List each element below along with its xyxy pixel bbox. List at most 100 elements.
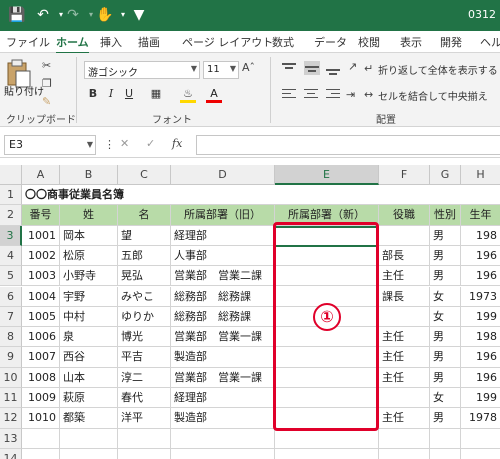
align-center-icon[interactable] bbox=[304, 87, 320, 101]
table-cell[interactable] bbox=[118, 428, 171, 449]
table-cell[interactable]: 五郎 bbox=[118, 245, 171, 267]
table-cell[interactable]: 総務部 総務課 bbox=[171, 286, 275, 307]
table-cell[interactable]: 博光 bbox=[118, 327, 171, 348]
tab-formulas[interactable]: 数式 bbox=[272, 34, 294, 50]
table-cell[interactable]: 1002 bbox=[22, 245, 60, 267]
table-cell[interactable] bbox=[275, 428, 379, 449]
redo-icon[interactable]: ↷ bbox=[64, 6, 82, 24]
table-cell[interactable]: 主任 bbox=[379, 408, 430, 429]
merge-center-button[interactable]: セルを結合して中央揃え bbox=[378, 88, 488, 103]
fill-color-icon[interactable]: ♨ bbox=[180, 85, 196, 103]
table-cell[interactable]: 男 bbox=[430, 347, 461, 368]
row-header-3[interactable]: 3 bbox=[0, 225, 22, 246]
column-header-a[interactable]: A bbox=[22, 165, 60, 185]
row-header-11[interactable]: 11 bbox=[0, 388, 22, 409]
table-cell[interactable] bbox=[430, 428, 461, 449]
table-cell[interactable]: 1001 bbox=[22, 225, 60, 246]
table-cell[interactable]: 春代 bbox=[118, 388, 171, 409]
confirm-entry-icon[interactable]: ✓ bbox=[146, 137, 155, 150]
align-bottom-icon[interactable] bbox=[326, 61, 342, 75]
table-cell[interactable]: 課長 bbox=[379, 286, 430, 307]
tab-help[interactable]: ヘルプ bbox=[480, 34, 500, 50]
table-cell[interactable]: 男 bbox=[430, 408, 461, 429]
row-header-9[interactable]: 9 bbox=[0, 347, 22, 368]
customize-qat-icon[interactable]: ▼ bbox=[130, 6, 148, 24]
table-cell[interactable]: 196 bbox=[461, 368, 500, 388]
table-cell[interactable]: 淳二 bbox=[118, 367, 171, 388]
table-cell[interactable]: 男 bbox=[430, 245, 461, 267]
name-box[interactable]: E3 ▼ bbox=[4, 135, 96, 155]
table-cell[interactable]: みやこ bbox=[118, 286, 171, 307]
indent-icon[interactable]: ⇥ bbox=[346, 88, 355, 101]
table-cell[interactable] bbox=[275, 448, 379, 459]
tab-page-layout[interactable]: ページ レイアウト bbox=[182, 34, 273, 50]
column-header-b[interactable]: B bbox=[60, 165, 118, 185]
table-cell[interactable]: 男 bbox=[430, 266, 461, 287]
touch-mode-icon[interactable]: ✋ bbox=[96, 6, 114, 24]
header-cell[interactable]: 役職 bbox=[379, 205, 430, 226]
table-cell[interactable]: 1007 bbox=[22, 347, 60, 368]
table-cell[interactable] bbox=[461, 449, 500, 459]
table-cell[interactable]: 山本 bbox=[60, 367, 118, 388]
table-cell[interactable]: 1010 bbox=[22, 408, 60, 429]
insert-function-icon[interactable]: fx bbox=[172, 137, 182, 150]
table-cell[interactable]: 平吉 bbox=[118, 347, 171, 368]
header-cell[interactable]: 生年 bbox=[461, 205, 500, 226]
table-cell[interactable]: 主任 bbox=[379, 367, 430, 388]
table-cell[interactable]: 1004 bbox=[22, 286, 60, 307]
table-cell[interactable]: 196 bbox=[461, 246, 500, 267]
align-left-icon[interactable] bbox=[282, 87, 298, 101]
merge-center-icon[interactable]: ↔ bbox=[364, 88, 373, 101]
tab-home[interactable]: ホーム bbox=[56, 34, 89, 54]
table-cell[interactable]: 営業部 営業一課 bbox=[171, 367, 275, 388]
column-header-g[interactable]: G bbox=[430, 165, 461, 185]
column-header-d[interactable]: D bbox=[171, 165, 275, 185]
row-header-2[interactable]: 2 bbox=[0, 205, 22, 226]
table-cell[interactable]: 1978 bbox=[461, 408, 500, 429]
tab-developer[interactable]: 開発 bbox=[440, 34, 462, 50]
table-cell[interactable]: 宇野 bbox=[60, 286, 118, 307]
tab-file[interactable]: ファイル bbox=[6, 34, 50, 50]
row-header-12[interactable]: 12 bbox=[0, 408, 22, 429]
table-cell[interactable]: 1005 bbox=[22, 306, 60, 328]
row-header-8[interactable]: 8 bbox=[0, 327, 22, 348]
row-header-13[interactable]: 13 bbox=[0, 428, 22, 449]
table-cell[interactable]: 主任 bbox=[379, 266, 430, 287]
bold-button[interactable]: B bbox=[86, 85, 100, 103]
underline-button[interactable]: U bbox=[122, 85, 136, 103]
table-cell[interactable]: 製造部 bbox=[171, 408, 275, 429]
table-cell[interactable]: 中村 bbox=[60, 306, 118, 328]
table-cell[interactable]: 198 bbox=[461, 226, 500, 246]
cut-icon[interactable]: ✂ bbox=[42, 59, 51, 72]
format-painter-icon[interactable]: ✎ bbox=[42, 95, 51, 108]
tab-review[interactable]: 校閲 bbox=[358, 34, 380, 50]
grow-font-icon[interactable]: Aˆ bbox=[242, 61, 255, 74]
font-color-icon[interactable]: A bbox=[206, 85, 222, 103]
align-right-icon[interactable] bbox=[326, 87, 342, 101]
table-cell[interactable] bbox=[379, 225, 430, 246]
cancel-entry-icon[interactable]: ✕ bbox=[120, 137, 129, 150]
row-header-10[interactable]: 10 bbox=[0, 367, 22, 388]
table-cell[interactable]: 196 bbox=[461, 266, 500, 287]
table-cell[interactable]: 望 bbox=[118, 225, 171, 246]
table-cell[interactable]: 岡本 bbox=[60, 225, 118, 246]
sheet-title-cell[interactable]: 〇〇商事従業員名簿 bbox=[22, 185, 500, 206]
table-cell[interactable] bbox=[60, 428, 118, 449]
table-cell[interactable]: 199 bbox=[461, 307, 500, 328]
formula-input[interactable] bbox=[196, 135, 500, 155]
table-cell[interactable]: 松原 bbox=[60, 245, 118, 267]
table-cell[interactable] bbox=[60, 448, 118, 459]
table-cell[interactable]: 小野寺 bbox=[60, 266, 118, 287]
tab-view[interactable]: 表示 bbox=[400, 34, 422, 50]
table-cell[interactable] bbox=[171, 428, 275, 449]
table-cell[interactable]: 女 bbox=[430, 388, 461, 409]
table-cell[interactable]: 営業部 営業二課 bbox=[171, 266, 275, 287]
copy-icon[interactable]: ❐ bbox=[42, 77, 52, 90]
header-cell[interactable]: 番号 bbox=[22, 205, 60, 226]
select-all-corner[interactable] bbox=[0, 165, 22, 185]
header-cell[interactable]: 所属部署（旧） bbox=[171, 205, 275, 226]
wrap-text-icon[interactable]: ↵ bbox=[364, 62, 373, 75]
table-cell[interactable]: 1006 bbox=[22, 327, 60, 348]
table-cell[interactable]: 196 bbox=[461, 347, 500, 368]
table-cell[interactable] bbox=[379, 448, 430, 459]
